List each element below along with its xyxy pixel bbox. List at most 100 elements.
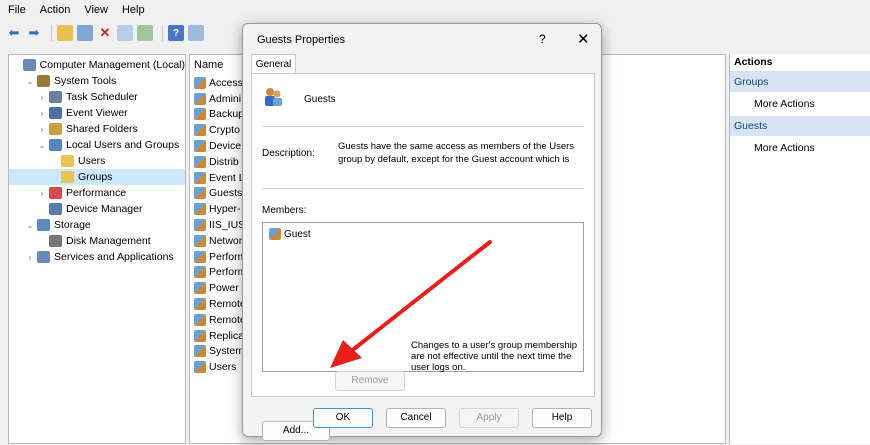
tree-node[interactable]: ⌄ System Tools [9, 73, 185, 89]
chevron-right-icon[interactable]: › [37, 125, 47, 134]
tree-node[interactable]: ⌄ Storage [9, 217, 185, 233]
tree-node[interactable]: Disk Management [9, 233, 185, 249]
group-icon [194, 203, 206, 216]
tree-node[interactable]: › Task Scheduler [9, 89, 185, 105]
node-icon [61, 171, 74, 183]
member-item[interactable]: Guest [269, 228, 311, 240]
list-item-label: Backup [209, 108, 245, 121]
list-item-label: Replica [209, 329, 245, 342]
tree-node-label: Users [78, 155, 106, 167]
group-icon [194, 345, 206, 358]
tree-node-label: Task Scheduler [66, 91, 138, 103]
actions-header: Actions [730, 54, 870, 72]
tab-general[interactable]: General [251, 54, 296, 74]
tree-node[interactable]: Users [9, 153, 185, 169]
group-icon [194, 187, 206, 200]
tree-node[interactable]: › Event Viewer [9, 105, 185, 121]
list-item-label: Event L [209, 171, 245, 184]
user-icon [269, 228, 281, 240]
console-tree: Computer Management (Local) ⌄ System Tools… [8, 54, 186, 444]
node-icon [61, 155, 74, 167]
menu-file[interactable]: File [8, 4, 26, 16]
menu-bar: File Action View Help [0, 0, 870, 20]
properties-icon[interactable] [117, 25, 133, 41]
delete-icon[interactable]: ✕ [97, 25, 113, 41]
tree-node[interactable]: › Services and Applications [9, 249, 185, 265]
group-icon [194, 298, 206, 311]
actions-section-groups[interactable]: Groups [730, 72, 870, 92]
menu-action[interactable]: Action [40, 4, 71, 16]
node-icon [37, 75, 50, 87]
node-icon [49, 91, 62, 103]
list-item-label: System [209, 345, 245, 358]
list-item-label: Access [209, 76, 243, 89]
tree-node-label: Services and Applications [54, 251, 174, 263]
forward-icon[interactable]: ➡ [26, 25, 42, 41]
list-item-label: Hyper- [209, 203, 241, 216]
tree-node[interactable]: › Performance [9, 185, 185, 201]
tree-node[interactable]: Groups [9, 169, 185, 185]
menu-view[interactable]: View [84, 4, 108, 16]
tree-node[interactable]: ⌄ Local Users and Groups [9, 137, 185, 153]
list-item-label: Perform [209, 266, 247, 279]
ok-button[interactable]: OK [313, 408, 373, 428]
close-icon[interactable]: ✕ [577, 30, 590, 48]
show-hide-icon[interactable] [188, 25, 204, 41]
export-icon[interactable] [137, 25, 153, 41]
help-icon[interactable]: ? [168, 25, 184, 41]
chevron-down-icon[interactable]: ⌄ [37, 141, 47, 150]
chevron-right-icon[interactable]: › [37, 109, 47, 118]
tree-node-label: Computer Management (Local) [39, 59, 185, 71]
list-item-label: Crypto [209, 124, 240, 137]
toolbar-separator [51, 25, 52, 41]
members-label: Members: [262, 205, 307, 216]
menu-help[interactable]: Help [122, 4, 145, 16]
chevron-right-icon[interactable]: › [37, 93, 47, 102]
tree-node[interactable]: Device Manager [9, 201, 185, 217]
tree-node-label: Device Manager [66, 203, 143, 215]
node-icon [49, 203, 62, 215]
back-icon[interactable]: ⬅ [6, 25, 22, 41]
membership-note: Changes to a user's group membership are… [411, 340, 578, 373]
list-item-label: Distrib [209, 155, 239, 168]
divider [262, 126, 584, 127]
group-icon [265, 88, 282, 106]
tree-node-label: Storage [54, 219, 91, 231]
description-field[interactable]: Guests have the same access as members o… [338, 140, 582, 170]
actions-pane: Actions Groups More Actions Guests More … [729, 54, 870, 444]
chevron-right-icon[interactable]: › [37, 189, 47, 198]
apply-button[interactable]: Apply [459, 408, 519, 428]
help-button[interactable]: Help [532, 408, 592, 428]
divider [262, 188, 584, 189]
chevron-right-icon[interactable]: › [25, 253, 35, 262]
actions-section-guests[interactable]: Guests [730, 116, 870, 136]
console-tree-icon[interactable] [77, 25, 93, 41]
more-actions-groups[interactable]: More Actions [730, 92, 870, 116]
tree-node[interactable]: Computer Management (Local) [9, 57, 185, 73]
up-folder-icon[interactable] [57, 25, 73, 41]
tree-node[interactable]: › Shared Folders [9, 121, 185, 137]
node-icon [49, 107, 62, 119]
chevron-down-icon[interactable]: ⌄ [25, 221, 35, 230]
help-question-icon[interactable]: ? [539, 32, 546, 46]
member-name: Guest [284, 228, 311, 240]
list-item-label: Remote [209, 298, 246, 311]
group-icon [194, 92, 206, 105]
node-icon [37, 219, 50, 231]
node-icon [49, 187, 62, 199]
group-icon [194, 140, 206, 153]
dialog-title: Guests Properties [257, 34, 346, 46]
node-icon [49, 123, 62, 135]
group-icon [194, 250, 206, 263]
remove-button[interactable]: Remove [335, 371, 405, 391]
cancel-button[interactable]: Cancel [386, 408, 446, 428]
more-actions-guests[interactable]: More Actions [730, 136, 870, 160]
list-item-label: Admini [209, 92, 242, 105]
description-label: Description: [262, 148, 315, 159]
chevron-down-icon[interactable]: ⌄ [25, 77, 35, 86]
tree-node-label: System Tools [54, 75, 117, 87]
group-icon [194, 76, 206, 89]
tree-node-label: Event Viewer [66, 107, 128, 119]
group-icon [194, 282, 206, 295]
node-icon [49, 235, 62, 247]
